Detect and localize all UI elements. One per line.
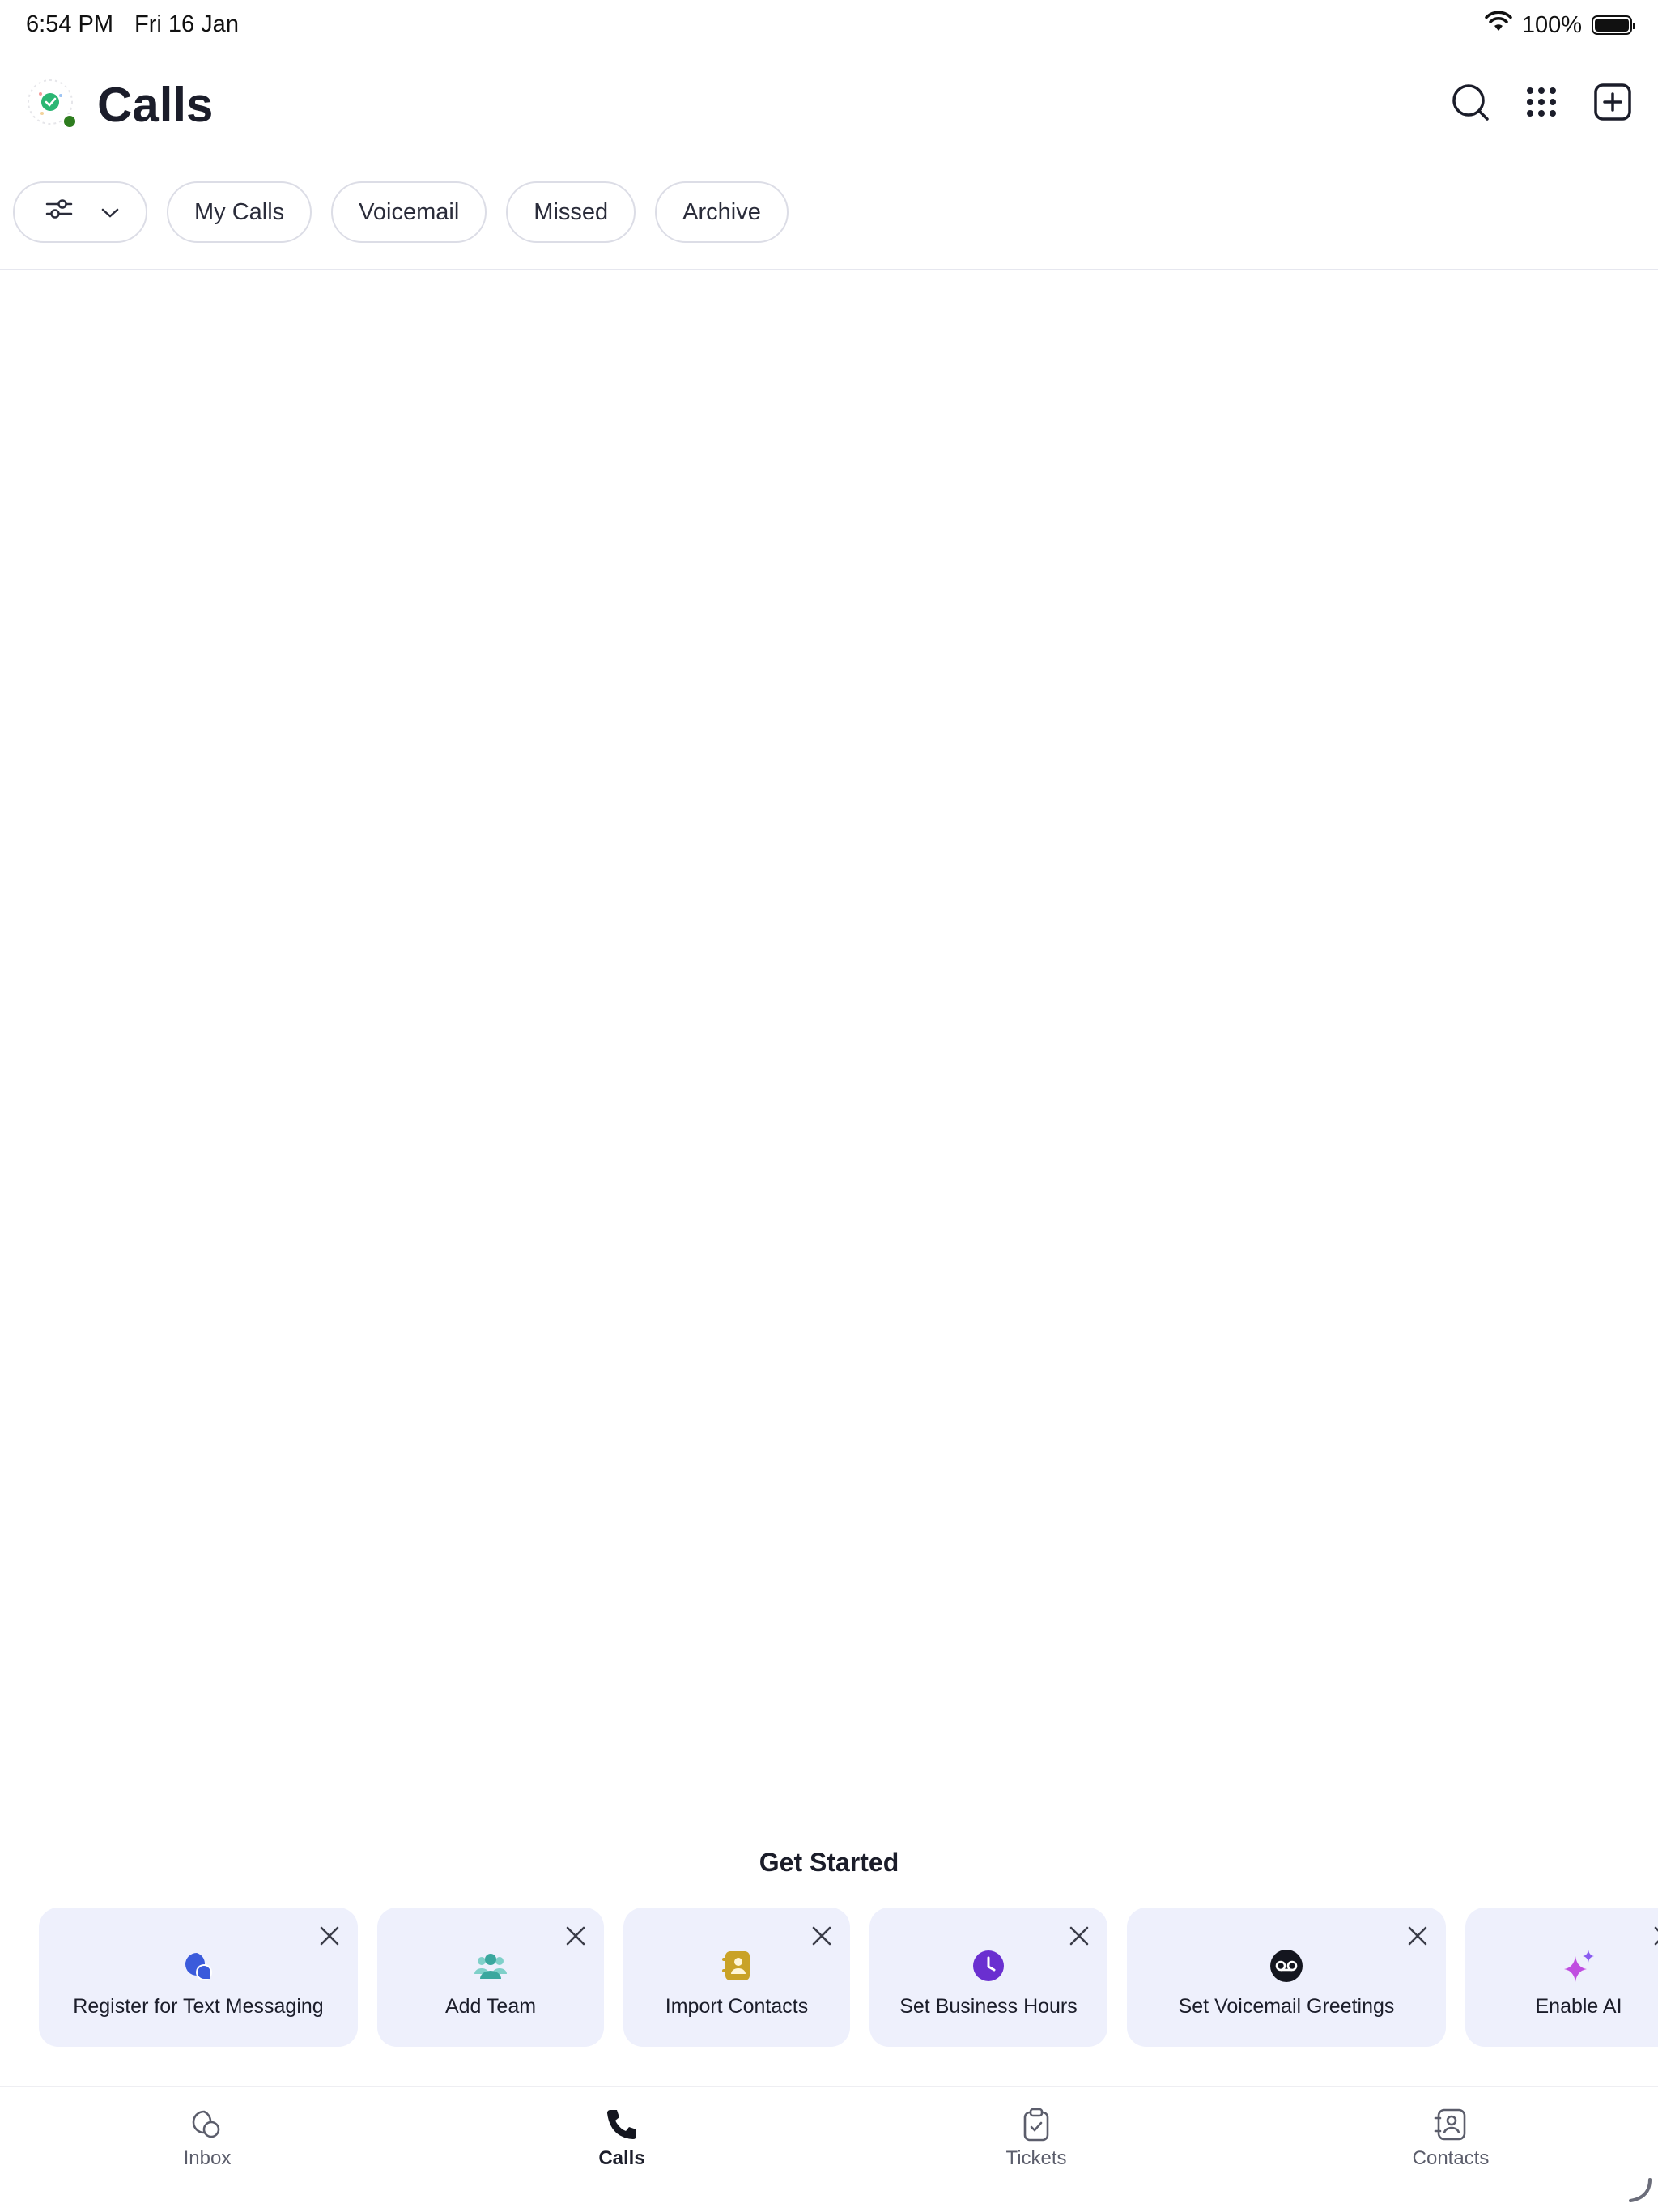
chip-label: Archive	[682, 198, 761, 225]
sliders-icon	[45, 197, 73, 228]
tab-inbox[interactable]: Inbox	[126, 2107, 288, 2170]
card-add-team[interactable]: Add Team	[377, 1908, 604, 2047]
contact-card-icon	[1433, 2107, 1469, 2142]
status-bar: 6:54 PM Fri 16 Jan 100%	[0, 0, 1658, 52]
search-icon[interactable]	[1449, 81, 1491, 123]
get-started-cards: Register for Text Messaging Add Team Imp…	[39, 1908, 1658, 2047]
wifi-icon	[1485, 11, 1512, 39]
dialpad-icon[interactable]	[1520, 81, 1562, 123]
card-label: Set Voicemail Greetings	[1178, 1994, 1395, 2018]
compose-icon[interactable]	[1592, 81, 1634, 123]
filter-chip-voicemail[interactable]: Voicemail	[331, 181, 487, 243]
card-label: Add Team	[444, 1994, 537, 2018]
header-actions	[1449, 81, 1634, 123]
sparkle-icon	[1561, 1948, 1596, 1984]
card-import-contacts[interactable]: Import Contacts	[623, 1908, 850, 2047]
status-left: 6:54 PM Fri 16 Jan	[26, 11, 239, 38]
chip-label: Missed	[534, 198, 609, 225]
voicemail-icon	[1269, 1948, 1304, 1984]
phone-icon	[604, 2107, 640, 2142]
card-label: Enable AI	[1535, 1994, 1622, 2018]
tab-calls[interactable]: Calls	[541, 2107, 703, 2170]
close-icon[interactable]	[1405, 1924, 1430, 1948]
tab-bar: Inbox Calls Tickets Contacts	[0, 2087, 1658, 2212]
text-messaging-icon	[181, 1948, 216, 1984]
close-icon[interactable]	[563, 1924, 588, 1948]
card-label: Import Contacts	[665, 1994, 809, 2018]
calls-screen: 6:54 PM Fri 16 Jan 100% Calls My Calls V…	[0, 0, 1658, 2212]
avatar[interactable]	[26, 78, 77, 129]
card-set-business-hours[interactable]: Set Business Hours	[869, 1908, 1107, 2047]
chevron-down-icon	[100, 199, 120, 226]
clock-icon	[971, 1948, 1006, 1984]
close-icon[interactable]	[1652, 1924, 1658, 1948]
card-enable-ai[interactable]: Enable AI	[1465, 1908, 1658, 2047]
card-set-voicemail-greetings[interactable]: Set Voicemail Greetings	[1127, 1908, 1446, 2047]
close-icon[interactable]	[810, 1924, 834, 1948]
close-icon[interactable]	[317, 1924, 342, 1948]
header-divider	[0, 269, 1658, 270]
status-date: Fri 16 Jan	[134, 11, 239, 37]
card-label: Set Business Hours	[899, 1994, 1078, 2018]
battery-percent: 100%	[1521, 11, 1582, 38]
filter-chip-archive[interactable]: Archive	[655, 181, 789, 243]
team-icon	[473, 1948, 508, 1984]
chip-label: Voicemail	[359, 198, 460, 225]
chip-label: My Calls	[194, 198, 285, 225]
tab-label: Inbox	[183, 2147, 232, 2169]
status-right: 100%	[1485, 11, 1635, 39]
close-icon[interactable]	[1067, 1924, 1091, 1948]
tab-contacts[interactable]: Contacts	[1370, 2107, 1532, 2170]
scroll-indicator-icon	[1626, 2176, 1653, 2204]
card-register-text-messaging[interactable]: Register for Text Messaging	[39, 1908, 358, 2047]
clipboard-icon	[1018, 2107, 1054, 2142]
get-started-title: Get Started	[759, 1848, 899, 1877]
filter-bar: My Calls Voicemail Missed Archive	[13, 181, 789, 243]
tab-tickets[interactable]: Tickets	[955, 2107, 1117, 2170]
tab-label: Contacts	[1412, 2147, 1490, 2169]
filter-chip-my-calls[interactable]: My Calls	[167, 181, 312, 243]
contacts-book-icon	[719, 1948, 755, 1984]
card-label: Register for Text Messaging	[73, 1994, 324, 2018]
tab-label: Calls	[598, 2147, 645, 2169]
battery-icon	[1592, 15, 1635, 35]
page-title: Calls	[97, 78, 214, 132]
status-time: 6:54 PM	[26, 11, 113, 37]
header: Calls	[0, 63, 1658, 144]
filter-chip-missed[interactable]: Missed	[506, 181, 636, 243]
tab-label: Tickets	[1005, 2147, 1067, 2169]
inbox-icon	[189, 2107, 225, 2142]
filter-options-button[interactable]	[13, 181, 147, 243]
